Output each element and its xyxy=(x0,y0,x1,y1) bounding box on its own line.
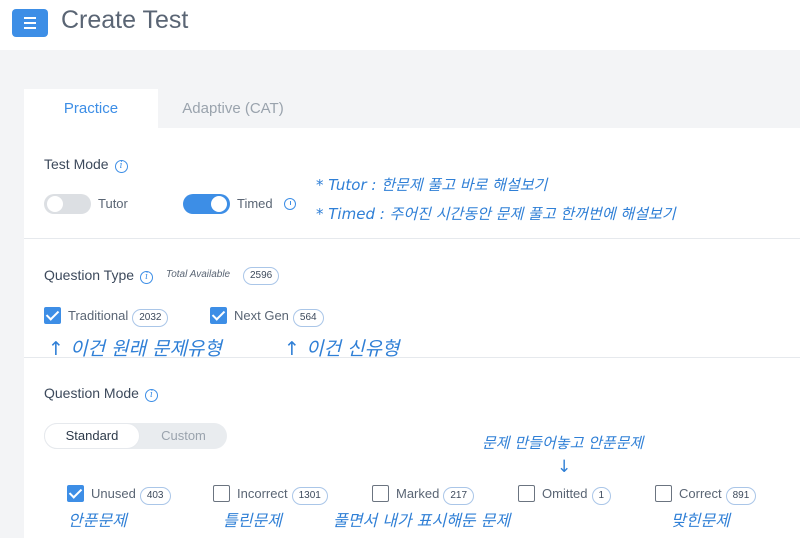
unused-annotation: 안푼문제 xyxy=(68,511,127,530)
nextgen-option: Next Gen 564 xyxy=(234,308,324,327)
section-divider xyxy=(24,357,800,358)
timed-label: Timed xyxy=(237,196,273,211)
traditional-option: Traditional 2032 xyxy=(68,308,169,327)
timed-toggle[interactable] xyxy=(183,194,230,214)
timed-annotation: * Timed : 주어진 시간동안 문제 풀고 한꺼번에 해설보기 xyxy=(316,205,676,223)
traditional-label: Traditional xyxy=(68,308,129,323)
count-badge: 403 xyxy=(139,487,171,505)
question-mode-switch: Standard Custom xyxy=(44,423,227,449)
incorrect-option: Incorrect 1301 xyxy=(237,486,328,505)
info-icon[interactable]: i xyxy=(140,271,154,284)
section-divider xyxy=(24,238,800,239)
marked-checkbox[interactable] xyxy=(372,485,389,502)
unused-checkbox[interactable] xyxy=(67,485,84,502)
count-badge: 217 xyxy=(443,487,475,505)
correct-annotation: 맞힌문제 xyxy=(671,511,730,530)
question-mode-title: Question Mode xyxy=(44,385,139,401)
question-mode-heading: Question Mode i xyxy=(44,385,158,402)
traditional-checkbox[interactable] xyxy=(44,307,61,324)
clock-icon[interactable] xyxy=(284,198,296,210)
incorrect-checkbox[interactable] xyxy=(213,485,230,502)
incorrect-annotation: 틀린문제 xyxy=(223,511,282,530)
question-type-heading: Question Type i xyxy=(44,267,154,284)
correct-label: Correct xyxy=(679,486,722,501)
count-badge: 564 xyxy=(292,309,324,327)
standard-mode-button[interactable]: Standard xyxy=(44,423,140,449)
marked-annotation: 풀면서 내가 표시해둔 문제 xyxy=(333,511,511,530)
unused-label: Unused xyxy=(91,486,136,501)
menu-button[interactable] xyxy=(12,9,48,37)
test-mode-heading: Test Mode i xyxy=(44,156,128,173)
tab-adaptive-cat[interactable]: Adaptive (CAT) xyxy=(158,89,308,128)
omitted-checkbox[interactable] xyxy=(518,485,535,502)
page-title: Create Test xyxy=(61,6,189,34)
total-available-count: 2596 xyxy=(243,265,280,285)
tutor-label: Tutor xyxy=(98,196,128,211)
correct-option: Correct 891 xyxy=(679,486,757,505)
count-badge: 1 xyxy=(591,487,612,505)
question-type-title: Question Type xyxy=(44,267,135,283)
info-icon[interactable]: i xyxy=(144,389,158,402)
tutor-annotation: * Tutor : 한문제 풀고 바로 해설보기 xyxy=(316,176,548,194)
hamburger-icon xyxy=(24,16,36,31)
nextgen-checkbox[interactable] xyxy=(210,307,227,324)
omitted-label: Omitted xyxy=(542,486,588,501)
count-badge: 1301 xyxy=(291,487,328,505)
create-test-card: Test Mode i Tutor Timed * Tutor : 한문제 풀고 … xyxy=(24,128,800,538)
omitted-annotation: 문제 만들어놓고 안푼문제 xyxy=(482,434,644,452)
custom-mode-button[interactable]: Custom xyxy=(140,423,227,449)
tab-practice[interactable]: Practice xyxy=(24,89,158,128)
incorrect-label: Incorrect xyxy=(237,486,288,501)
marked-option: Marked 217 xyxy=(396,486,475,505)
correct-checkbox[interactable] xyxy=(655,485,672,502)
tutor-toggle[interactable] xyxy=(44,194,91,214)
omitted-option: Omitted 1 xyxy=(542,486,612,505)
count-badge: 891 xyxy=(725,487,757,505)
count-badge: 2596 xyxy=(243,267,280,285)
info-icon[interactable]: i xyxy=(114,160,128,173)
down-arrow-icon: ↓ xyxy=(557,457,572,477)
total-available-label: Total Available xyxy=(166,269,231,280)
marked-label: Marked xyxy=(396,486,440,501)
unused-option: Unused 403 xyxy=(91,486,171,505)
nextgen-label: Next Gen xyxy=(234,308,289,323)
test-mode-title: Test Mode xyxy=(44,156,109,172)
count-badge: 2032 xyxy=(132,309,169,327)
top-bar: Create Test xyxy=(0,0,800,50)
